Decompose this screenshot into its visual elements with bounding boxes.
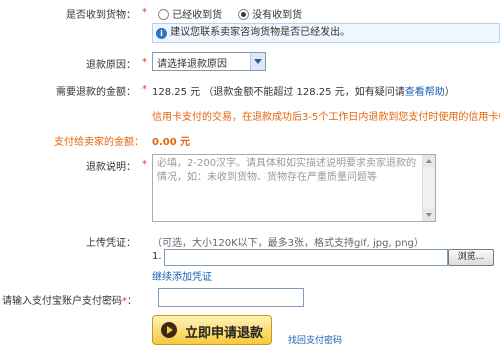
scrollbar[interactable] [422, 155, 435, 221]
upload-label: 上传凭证： [86, 238, 136, 249]
reason-select[interactable]: 请选择退款原因 [152, 52, 266, 71]
submit-refund-button[interactable]: 立即申请退款 [152, 315, 272, 345]
received-label: 是否收到货物： [66, 10, 136, 21]
explanation-label: 退款说明： [86, 162, 136, 173]
browse-button[interactable]: 浏览... [448, 249, 494, 266]
scroll-up-icon[interactable] [423, 155, 435, 167]
password-label: 请输入支付宝账户支付密码*： [2, 296, 137, 307]
radio-received[interactable]: 已经收到货 [158, 6, 222, 21]
tip-box: i 建议您联系卖家咨询货物是否已经发出。 [152, 23, 500, 43]
explanation-textarea[interactable]: 必填，2-200汉字。请具体和如实描述说明要求卖家退款的情况，如：未收到货物、货… [152, 154, 436, 222]
pay-seller-label: 支付给卖家的金额： [54, 137, 144, 148]
select-value: 请选择退款原因 [157, 59, 227, 70]
radio-circle[interactable] [158, 9, 169, 20]
help-link[interactable]: 查看帮助 [405, 87, 445, 98]
upload-index: 1. [152, 251, 162, 262]
required-mark: * [142, 84, 147, 95]
info-icon: i [156, 28, 167, 39]
password-input[interactable] [158, 288, 304, 307]
required-mark: * [142, 57, 147, 68]
radio-label: 已经收到货 [172, 10, 223, 21]
textarea-placeholder: 必填，2-200汉字。请具体和如实描述说明要求卖家退款的情况，如：未收到货物、货… [157, 158, 417, 183]
required-mark: * [142, 159, 147, 170]
amount-label: 需要退款的金额： [56, 87, 136, 98]
reason-label: 退款原因： [86, 60, 136, 71]
pay-seller-value: 0.00 元 [152, 137, 191, 148]
arrow-right-icon [161, 322, 177, 338]
upload-hint: （可选，大小120K以下，最多3张，格式支持gif, jpg, png） [152, 238, 424, 249]
file-path-input[interactable] [164, 249, 448, 266]
chevron-down-icon[interactable] [250, 53, 265, 70]
amount-row: 128.25 元 （退款金额不能超过 128.25 元，如有疑问请查看帮助） [152, 87, 455, 98]
add-proof-link[interactable]: 继续添加凭证 [152, 268, 212, 283]
amount-value: 128.25 元 [152, 87, 201, 98]
radio-not-received[interactable]: 没有收到货 [238, 6, 302, 21]
required-mark: * [142, 7, 147, 18]
credit-card-notice: 信用卡支付的交易，在退款成功后3-5个工作日内退款到您支付时使用的信用卡中 [152, 112, 500, 123]
radio-circle-selected[interactable] [238, 9, 249, 20]
amount-note: （退款金额不能超过 128.25 元，如有疑问请 [203, 87, 405, 98]
retrieve-password-link[interactable]: 找回支付密码 [288, 333, 342, 346]
scroll-down-icon[interactable] [423, 209, 435, 221]
radio-label: 没有收到货 [252, 10, 303, 21]
